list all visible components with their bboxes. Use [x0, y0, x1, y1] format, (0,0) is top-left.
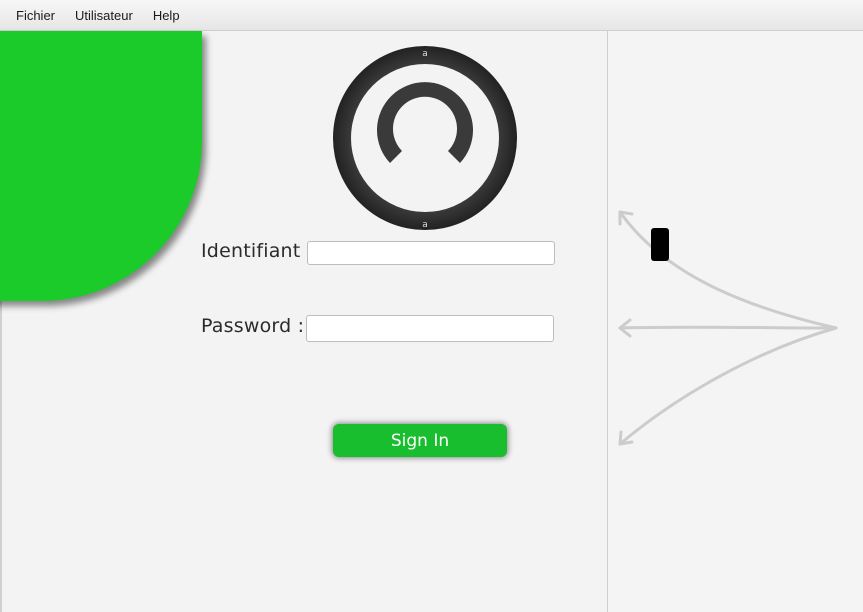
arrow-down-left-icon	[618, 326, 838, 446]
arrow-left-icon	[618, 325, 838, 330]
user-avatar-icon: a a	[333, 46, 517, 230]
password-label: Password :	[201, 315, 305, 337]
menu-utilisateur[interactable]: Utilisateur	[65, 8, 143, 23]
avatar-top-mark: a	[422, 49, 428, 59]
arrows-decor	[618, 210, 838, 446]
password-input[interactable]	[306, 315, 554, 342]
phone-icon	[651, 228, 669, 261]
green-decor-shape	[0, 31, 202, 301]
sign-in-button[interactable]: Sign In	[333, 424, 507, 457]
menu-help[interactable]: Help	[143, 8, 190, 23]
menu-bar: Fichier Utilisateur Help	[0, 0, 863, 31]
menu-fichier[interactable]: Fichier	[0, 8, 65, 23]
avatar-bottom-mark: a	[422, 220, 428, 230]
identifiant-label: Identifiant	[201, 240, 301, 262]
identifiant-input[interactable]	[307, 241, 555, 265]
